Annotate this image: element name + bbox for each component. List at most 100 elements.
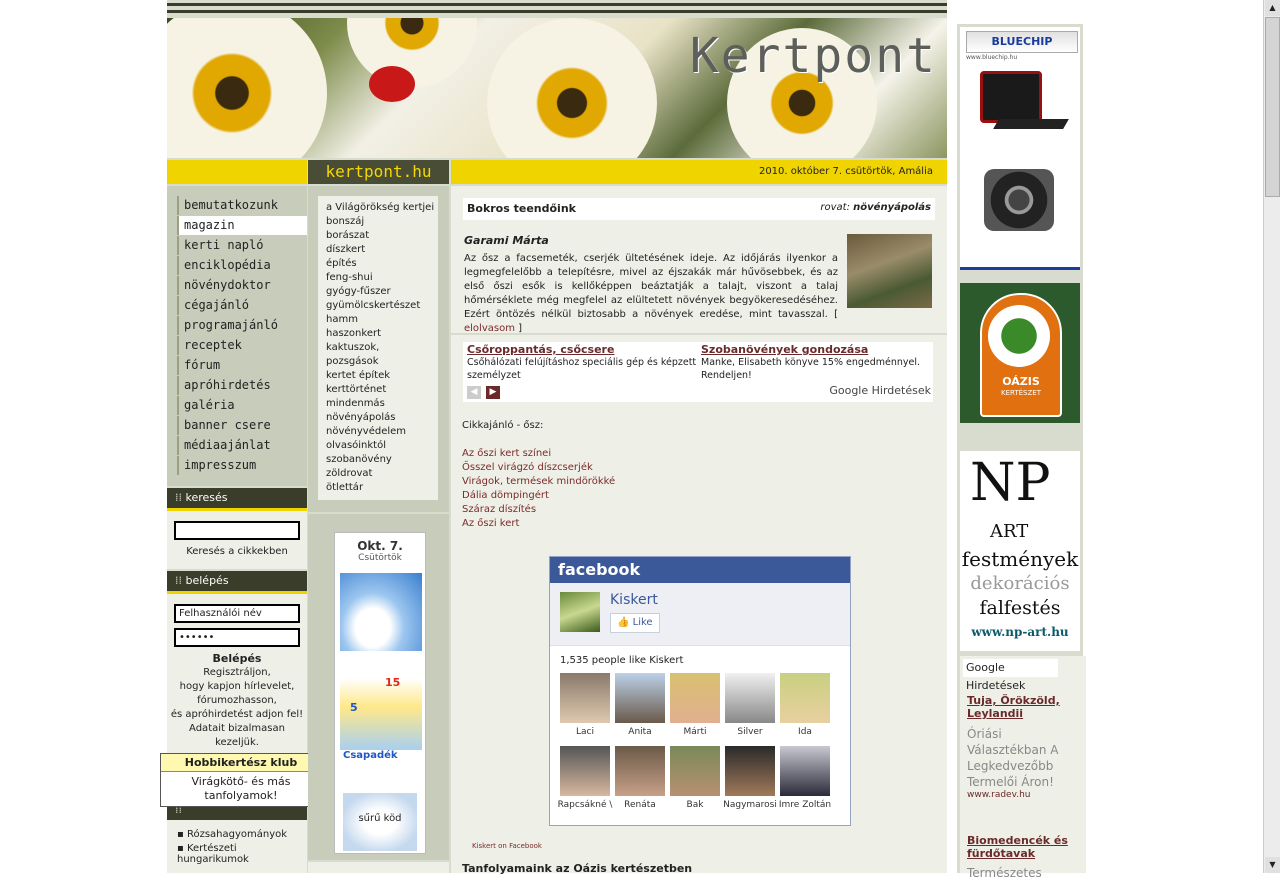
recommend-link-5[interactable]: Száraz díszítés	[462, 504, 536, 515]
fan-avatar[interactable]	[725, 673, 775, 723]
nav-receptek[interactable]: receptek	[177, 336, 307, 355]
topic-haszonkert[interactable]: haszonkert	[326, 328, 381, 339]
topic-epites[interactable]: építés	[326, 258, 357, 269]
recommend-link-6[interactable]: Az őszi kert	[462, 518, 519, 529]
bluechip-url[interactable]: www.bluechip.hu	[966, 54, 1017, 61]
facebook-page-name[interactable]: Kiskert	[610, 592, 658, 608]
facebook-logo[interactable]: facebook	[550, 557, 850, 583]
g1-title[interactable]: Tuja, Örökzöld, Leylandii	[967, 694, 1077, 720]
fan-avatar[interactable]	[670, 746, 720, 796]
vertical-scrollbar[interactable]: ▲ ▼	[1263, 0, 1280, 873]
nav-novenydoktor[interactable]: növénydoktor	[177, 276, 307, 295]
fan-name[interactable]: Rapcsákné \	[557, 800, 613, 810]
nav-programajanlo[interactable]: programajánló	[177, 316, 307, 335]
fan-name[interactable]: Márti	[667, 727, 723, 737]
topic-boraszat[interactable]: borászat	[326, 230, 369, 241]
topic-kaktuszok[interactable]: kaktuszok,	[326, 342, 379, 353]
g1-url[interactable]: www.radev.hu	[967, 790, 1030, 800]
article-title[interactable]: Bokros teendőink	[467, 202, 576, 215]
recommend-link-1[interactable]: Az őszi kert színei	[462, 448, 551, 459]
nav-bemutatkozunk[interactable]: bemutatkozunk	[177, 196, 307, 215]
fan-avatar[interactable]	[670, 673, 720, 723]
topic-zoldrovat[interactable]: zöldrovat	[326, 468, 372, 479]
site-logo[interactable]: Kertpont	[690, 28, 937, 84]
fan-name[interactable]: Anita	[612, 727, 668, 737]
club-popup[interactable]: Hobbikertész klub Virágkötő- és más tanf…	[160, 753, 322, 807]
rovat-value[interactable]: növényápolás	[853, 202, 931, 213]
scrollbar-thumb[interactable]	[1265, 17, 1280, 197]
np-art-ad[interactable]: NP ART festmények dekorációs falfestés w…	[960, 451, 1080, 651]
facebook-footer-link[interactable]: Kiskert on Facebook	[472, 842, 542, 850]
fan-avatar[interactable]	[780, 673, 830, 723]
google-ads-label[interactable]: Google Hirdetések	[829, 384, 931, 397]
fan-avatar[interactable]	[615, 673, 665, 723]
fan-name[interactable]: Silver	[722, 727, 778, 737]
topic-diszkert[interactable]: díszkert	[326, 244, 365, 255]
article-image[interactable]	[847, 234, 932, 308]
topic-mindenmas[interactable]: mindenmás	[326, 398, 385, 409]
nav-cegajanlo[interactable]: cégajánló	[177, 296, 307, 315]
username-field[interactable]: Felhasználói név	[174, 604, 300, 623]
ad2-text[interactable]: Manke, Elisabeth könyve 15% engedménnyel…	[701, 356, 929, 382]
nav-enciklopedia[interactable]: enciklopédia	[177, 256, 307, 275]
ad1-title[interactable]: Csőroppantás, csőcsere	[467, 343, 614, 356]
nav-banner-csere[interactable]: banner csere	[177, 416, 307, 435]
recommend-link-3[interactable]: Virágok, termések mindörökké	[462, 476, 615, 487]
fan-name[interactable]: Laci	[557, 727, 613, 737]
topic-szobanoveny[interactable]: szobanövény	[326, 454, 392, 465]
read-more-link[interactable]: elolvasom	[464, 323, 515, 334]
bluechip-ad[interactable]: BLUECHIP www.bluechip.hu	[960, 27, 1080, 270]
topic-gyumolcskerteszet[interactable]: gyümölcskertészet	[326, 300, 420, 311]
topic-ottletar[interactable]: ötlettár	[326, 482, 363, 493]
page-avatar[interactable]	[560, 592, 600, 632]
scroll-up-icon[interactable]: ▲	[1265, 0, 1280, 16]
scroll-down-icon[interactable]: ▼	[1265, 857, 1280, 873]
topic-hamm[interactable]: hamm	[326, 314, 358, 325]
nav-kerti-naplo[interactable]: kerti napló	[177, 236, 307, 255]
club-popup-title[interactable]: Hobbikertész klub	[161, 754, 321, 772]
bluechip-logo[interactable]: BLUECHIP	[966, 31, 1078, 53]
fan-avatar[interactable]	[560, 746, 610, 796]
google-ads-label[interactable]: Google Hirdetések	[963, 659, 1058, 692]
g1-text[interactable]: Óriási Választékban A Legkedvezőbb Terme…	[967, 726, 1077, 790]
nav-impresszum[interactable]: impresszum	[177, 456, 307, 475]
search-input[interactable]	[174, 521, 300, 540]
topic-kertet-epitek[interactable]: kertet építek	[326, 370, 390, 381]
topic-novenyapolas[interactable]: növényápolás	[326, 412, 396, 423]
password-field[interactable]: ••••••	[174, 628, 300, 647]
fan-name[interactable]: Nagymarosi	[722, 800, 778, 810]
weather-widget[interactable]: Okt. 7. Csütörtök 15 5 Csapadék sűrű köd	[334, 532, 426, 854]
site-name[interactable]: kertpont.hu	[308, 160, 449, 184]
topic-bonszaj[interactable]: bonszáj	[326, 216, 364, 227]
ad2-title[interactable]: Szobanövények gondozása	[701, 343, 868, 356]
fan-name[interactable]: Imre Zoltán	[777, 800, 833, 810]
ad-prev-button[interactable]: ◀	[467, 386, 481, 399]
fan-avatar[interactable]	[725, 746, 775, 796]
nav-magazin[interactable]: magazin	[177, 216, 307, 235]
topic-vilagorokseg[interactable]: a Világörökség kertjei	[326, 202, 434, 213]
topic-pozsgasok[interactable]: pozsgások	[326, 356, 379, 367]
recommend-link-2[interactable]: Ősszel virágzó díszcserjék	[462, 462, 593, 473]
topic-kerttortenet[interactable]: kerttörténet	[326, 384, 386, 395]
recommend-link-4[interactable]: Dália dömpingért	[462, 490, 549, 501]
g2-title[interactable]: Biomedencék és fürdőtavak	[967, 834, 1077, 860]
link-rozsahagyomanyok[interactable]: ▪ Rózsahagyományok	[177, 829, 287, 840]
club-popup-body[interactable]: Virágkötő- és más tanfolyamok!	[161, 772, 321, 803]
topic-novenyvedelem[interactable]: növényvédelem	[326, 426, 406, 437]
fan-avatar[interactable]	[780, 746, 830, 796]
topic-gyogy-fuszer[interactable]: gyógy-fűszer	[326, 286, 391, 297]
topic-feng-shui[interactable]: feng-shui	[326, 272, 373, 283]
fan-name[interactable]: Ida	[777, 727, 833, 737]
fan-avatar[interactable]	[560, 673, 610, 723]
fan-name[interactable]: Bak	[667, 800, 723, 810]
link-kerteszeti-hungarikumok[interactable]: ▪ Kertészeti hungarikumok	[177, 843, 297, 865]
nav-galeria[interactable]: galéria	[177, 396, 307, 415]
nav-mediaajanlat[interactable]: médiaajánlat	[177, 436, 307, 455]
ad1-text[interactable]: Csőhálózati felújításhoz speciális gép é…	[467, 356, 697, 382]
nav-forum[interactable]: fórum	[177, 356, 307, 375]
topic-olvasoinktol[interactable]: olvasóinktól	[326, 440, 386, 451]
login-button[interactable]: Belépés	[167, 652, 307, 665]
like-button[interactable]: 👍 Like	[610, 613, 660, 633]
nav-aprohirdetes[interactable]: apróhirdetés	[177, 376, 307, 395]
oazis-ad[interactable]: OÁZIS KERTÉSZET	[960, 283, 1080, 423]
